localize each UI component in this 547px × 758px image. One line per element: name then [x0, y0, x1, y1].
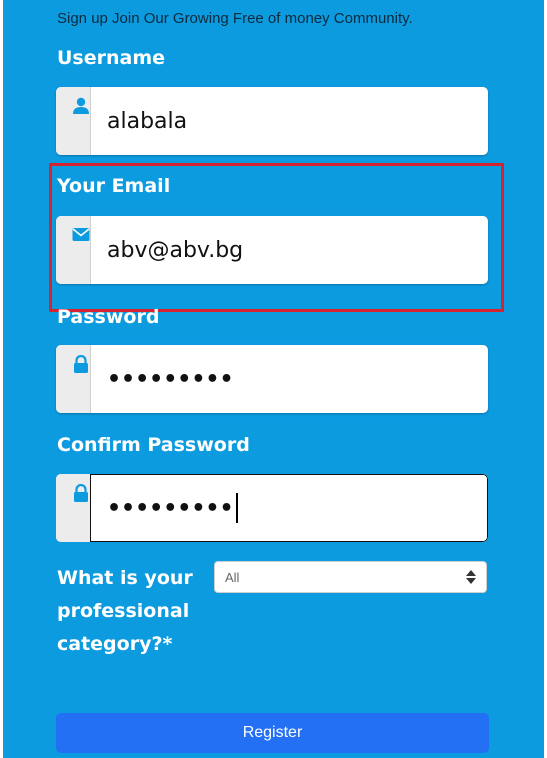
password-value: ••••••••• — [107, 366, 234, 392]
password-addon — [56, 345, 91, 413]
intro-text: Sign up Join Our Growing Free of money C… — [57, 10, 413, 27]
register-button[interactable]: Register — [56, 713, 489, 753]
username-value: alabala — [107, 108, 188, 134]
password-field[interactable]: ••••••••• — [56, 345, 488, 413]
category-select[interactable]: All — [214, 561, 487, 593]
confirm-password-value-wrap: ••••••••• — [107, 474, 238, 542]
username-addon — [56, 87, 91, 155]
confirm-password-value: ••••••••• — [107, 495, 234, 521]
password-label: Password — [57, 306, 160, 328]
username-field[interactable]: alabala — [56, 87, 488, 155]
lock-icon — [74, 484, 88, 502]
confirm-password-field[interactable]: ••••••••• — [56, 474, 488, 542]
username-label: Username — [57, 47, 166, 69]
confirm-password-label: Confirm Password — [57, 434, 250, 456]
lock-icon — [74, 355, 88, 373]
user-icon — [73, 97, 89, 114]
category-question: What is your professional category?* — [57, 567, 193, 655]
category-selected-value: All — [225, 570, 240, 585]
email-highlight-box — [49, 163, 504, 312]
confirm-password-addon — [56, 474, 91, 542]
select-arrows-icon — [466, 570, 476, 584]
text-caret — [235, 493, 238, 523]
